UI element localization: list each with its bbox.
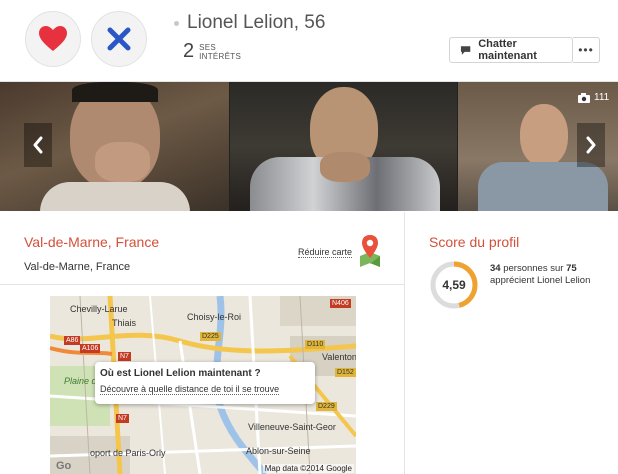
like-button[interactable] bbox=[25, 11, 81, 67]
map-pin-icon bbox=[360, 235, 380, 267]
score-text-end: apprécient Lionel Lelion bbox=[490, 275, 591, 286]
profile-age: 56 bbox=[304, 12, 326, 33]
score-title: Score du profil bbox=[429, 234, 520, 250]
road-d110: D110 bbox=[305, 340, 326, 349]
next-photo-button[interactable] bbox=[577, 123, 605, 167]
map-provider-logo: Go bbox=[56, 460, 72, 472]
chevron-left-icon bbox=[33, 136, 43, 154]
map-popup: Où est Lionel Lelion maintenant ? Découv… bbox=[95, 362, 315, 404]
map-label-choisy: Choisy-le-Roi bbox=[187, 312, 242, 322]
heart-icon bbox=[39, 26, 67, 51]
road-d225: D225 bbox=[200, 332, 221, 341]
map-label-valenton: Valenton bbox=[322, 352, 356, 362]
map-popup-distance-link[interactable]: Découvre à quelle distance de toi il se … bbox=[100, 384, 280, 395]
profile-score-card: Score du profil 4,59 34 personnes sur 75… bbox=[406, 212, 618, 474]
photo-count-value: 111 bbox=[594, 92, 610, 103]
pass-button[interactable] bbox=[91, 11, 147, 67]
location-divider bbox=[0, 284, 405, 285]
chat-now-button[interactable]: Chatter maintenant bbox=[449, 37, 573, 63]
map-label-chevilly: Chevilly-Larue bbox=[70, 304, 128, 314]
map-label-thiais: Thiais bbox=[112, 318, 137, 328]
online-status-dot bbox=[174, 20, 179, 26]
road-n7-south: N7 bbox=[116, 414, 129, 423]
score-total-count: 75 bbox=[566, 263, 577, 274]
interests-count: 2 bbox=[183, 40, 195, 62]
road-n406: N406 bbox=[330, 299, 351, 308]
camera-icon bbox=[578, 92, 590, 103]
interests-label-line2: INTÉRÊTS bbox=[199, 51, 242, 61]
map-label-ablon: Ablon-sur-Seine bbox=[246, 446, 311, 456]
road-a106: A106 bbox=[80, 344, 101, 353]
profile-name: Lionel Lelion, bbox=[187, 12, 299, 33]
profile-photo[interactable] bbox=[230, 82, 457, 211]
map-credit[interactable]: Map data ©2014 Google bbox=[262, 464, 354, 473]
location-subtitle: Val-de-Marne, France bbox=[24, 261, 131, 273]
previous-photo-button[interactable] bbox=[24, 123, 52, 167]
chat-bubble-icon bbox=[460, 45, 471, 55]
score-likes-count: 34 bbox=[490, 263, 501, 274]
score-text-mid: personnes sur bbox=[503, 263, 564, 274]
profile-name-line: Lionel Lelion, 56 bbox=[174, 12, 325, 34]
shared-interests[interactable]: 2 SES INTÉRÊTS bbox=[183, 40, 241, 63]
score-value: 4,59 bbox=[442, 278, 466, 292]
photo-carousel: 111 bbox=[0, 82, 618, 211]
interests-label-line1: SES bbox=[199, 42, 217, 52]
location-map[interactable]: Chevilly-Larue Thiais Choisy-le-Roi Vale… bbox=[50, 296, 356, 474]
location-title: Val-de-Marne, France bbox=[24, 234, 160, 250]
interests-label: SES INTÉRÊTS bbox=[199, 43, 241, 61]
road-a86: A86 bbox=[64, 336, 81, 345]
photo-count[interactable]: 111 bbox=[578, 92, 609, 103]
location-card: Val-de-Marne, France Val-de-Marne, Franc… bbox=[0, 212, 405, 474]
map-label-orly: oport de Paris-Orly bbox=[90, 448, 166, 458]
profile-header: Lionel Lelion, 56 2 SES INTÉRÊTS Chatter… bbox=[0, 0, 618, 82]
more-options-button[interactable]: ••• bbox=[573, 37, 600, 63]
chevron-right-icon bbox=[586, 136, 596, 154]
cross-icon bbox=[107, 27, 131, 51]
map-label-villeneuve: Villeneuve-Saint-Geor bbox=[248, 422, 336, 432]
road-d152: D152 bbox=[335, 368, 356, 377]
reduce-map-link[interactable]: Réduire carte bbox=[298, 247, 353, 258]
map-toggle-button[interactable] bbox=[358, 234, 382, 273]
score-description: 34 personnes sur 75 apprécient Lionel Le… bbox=[490, 263, 600, 287]
chat-now-label: Chatter maintenant bbox=[478, 38, 537, 62]
map-popup-title: Où est Lionel Lelion maintenant ? bbox=[100, 368, 261, 379]
road-n7-north: N7 bbox=[118, 352, 131, 361]
road-d229: D229 bbox=[316, 402, 337, 411]
